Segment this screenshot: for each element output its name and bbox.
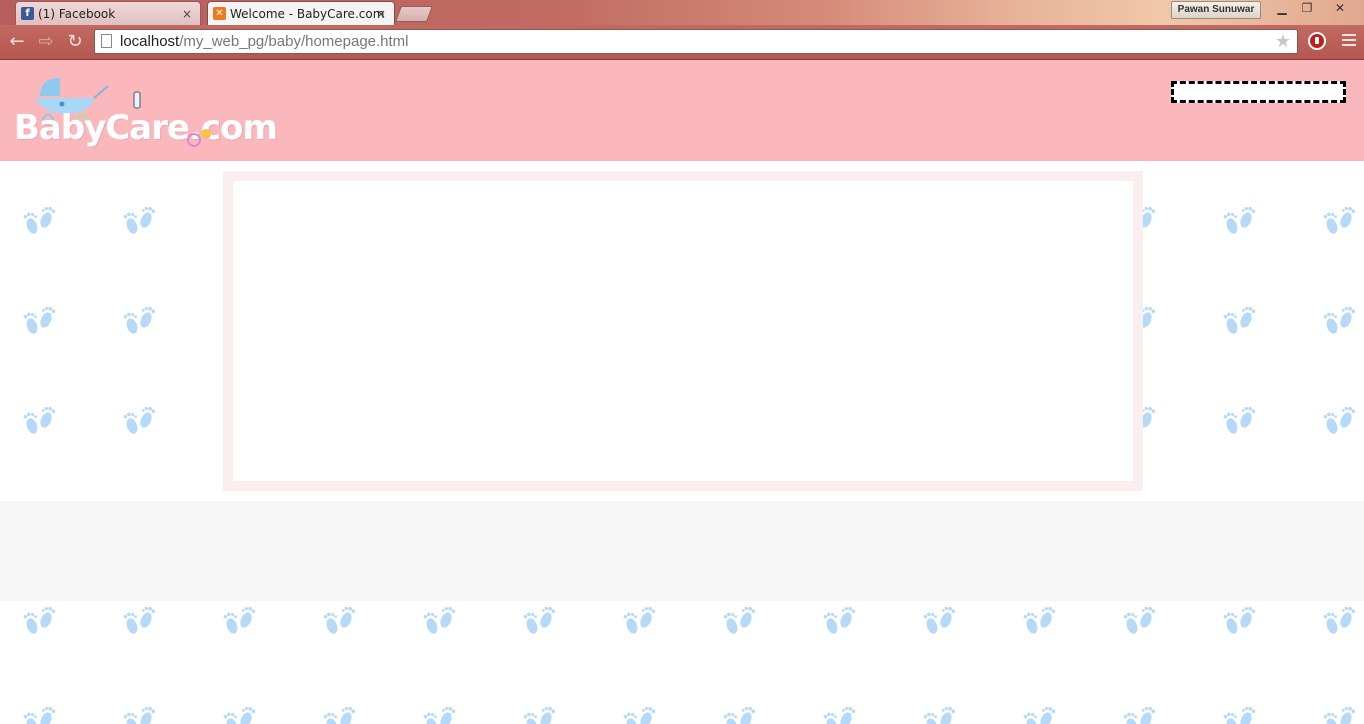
browser-titlebar: f (1) Facebook × ✕ Welcome - BabyCare.co… (0, 0, 1364, 25)
main-content-frame (223, 171, 1143, 491)
site-header: BabyCare.com (0, 60, 1364, 161)
footer-band (0, 501, 1364, 601)
menu-icon[interactable] (1342, 34, 1356, 49)
tab-babycare[interactable]: ✕ Welcome - BabyCare.com × (207, 1, 395, 25)
tab-title: (1) Facebook (38, 7, 116, 21)
xampp-icon: ✕ (213, 7, 226, 20)
browser-toolbar: ← ⇨ ↻ localhost/my_web_pg/baby/homepage.… (0, 25, 1364, 60)
page-viewport: BabyCare.com (0, 60, 1364, 724)
restore-icon[interactable]: ❐ (1296, 1, 1318, 17)
address-url[interactable]: localhost/my_web_pg/baby/homepage.html (120, 33, 409, 50)
babycare-logo[interactable]: BabyCare.com (14, 74, 278, 158)
back-arrow-icon[interactable]: ← (6, 31, 28, 53)
minimize-icon[interactable]: ▁ (1271, 1, 1293, 17)
close-tab-icon[interactable]: × (376, 2, 386, 26)
address-bar[interactable]: localhost/my_web_pg/baby/homepage.html ★ (94, 29, 1298, 54)
window-close-icon[interactable]: ✕ (1329, 1, 1351, 17)
url-path: /my_web_pg/baby/homepage.html (179, 33, 409, 50)
reload-icon[interactable]: ↻ (64, 31, 86, 53)
facebook-icon: f (21, 7, 34, 20)
pacifier-icon (187, 129, 211, 147)
tab-title: Welcome - BabyCare.com (230, 7, 385, 21)
tab-facebook[interactable]: f (1) Facebook × (15, 1, 201, 25)
bookmark-star-icon[interactable]: ★ (1275, 31, 1291, 52)
main-content-area (233, 181, 1133, 481)
forward-arrow-icon[interactable]: ⇨ (35, 31, 57, 53)
extension-icon[interactable] (1308, 32, 1326, 50)
new-tab-button[interactable] (395, 6, 433, 22)
url-host: localhost (120, 33, 180, 50)
page-icon (101, 34, 112, 48)
close-tab-icon[interactable]: × (182, 2, 192, 26)
header-login-box[interactable] (1171, 81, 1346, 103)
profile-badge[interactable]: Pawan Sunuwar (1171, 1, 1261, 19)
logo-text: BabyCare.com (14, 108, 278, 148)
